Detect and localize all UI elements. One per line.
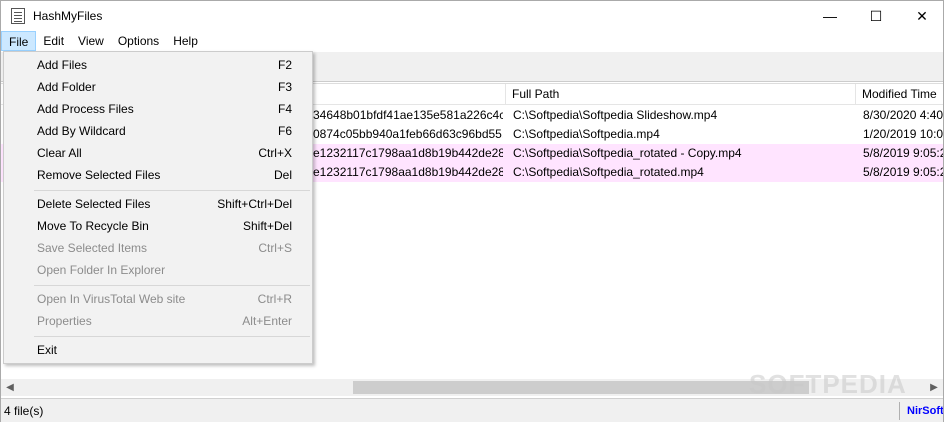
menu-edit[interactable]: Edit — [36, 31, 71, 51]
menu-separator — [34, 190, 310, 191]
menu-options[interactable]: Options — [111, 31, 166, 51]
menu-item-label: Clear All — [37, 146, 82, 160]
hash-cell: 34648b01bfdf41ae135e581a226c4c... — [313, 108, 503, 122]
scrollbar-thumb[interactable] — [353, 381, 809, 394]
hash-cell: e1232117c1798aa1d8b19b442de28... — [313, 165, 503, 179]
menu-item-shortcut: Del — [273, 168, 292, 182]
menu-item-label: Move To Recycle Bin — [37, 219, 149, 233]
menu-item-label: Add Process Files — [37, 102, 134, 116]
menu-item-shortcut: F6 — [277, 124, 292, 138]
path-cell: C:\Softpedia\Softpedia_rotated.mp4 — [513, 165, 704, 179]
hash-cell: 0874c05bb940a1feb66d63c96bd55... — [313, 127, 503, 141]
app-window: HashMyFiles — ☐ ✕ File Edit View Options… — [0, 0, 944, 422]
menu-delete-selected-files[interactable]: Delete Selected Files Shift+Ctrl+Del — [4, 193, 312, 215]
menu-item-label: Add Folder — [37, 80, 96, 94]
nirsoft-link[interactable]: NirSoft — [907, 399, 943, 422]
menu-item-shortcut: F4 — [277, 102, 292, 116]
modified-cell: 8/30/2020 4:40: — [863, 108, 943, 122]
menu-file[interactable]: File — [1, 31, 37, 51]
menu-item-label: Exit — [37, 343, 58, 357]
menu-item-label: Save Selected Items — [37, 241, 148, 255]
title-bar[interactable]: HashMyFiles — ☐ ✕ — [1, 1, 943, 31]
menu-add-folder[interactable]: Add Folder F3 — [4, 76, 312, 98]
modified-cell: 5/8/2019 9:05:2 — [863, 165, 943, 179]
menu-item-shortcut: Ctrl+S — [258, 241, 292, 255]
scroll-right-arrow-icon[interactable]: ▶ — [927, 379, 941, 396]
status-bar: 4 file(s) NirSoft — [1, 398, 943, 422]
softpedia-watermark: SOFTPEDIA — [749, 369, 907, 399]
menu-add-process-files[interactable]: Add Process Files F4 — [4, 98, 312, 120]
hash-cell: e1232117c1798aa1d8b19b442de28... — [313, 146, 503, 160]
menu-item-label: Delete Selected Files — [37, 197, 151, 211]
menu-open-folder-in-explorer[interactable]: Open Folder In Explorer — [4, 259, 312, 281]
minimize-button[interactable]: — — [807, 1, 853, 31]
menu-add-files[interactable]: Add Files F2 — [4, 54, 312, 76]
menu-remove-selected-files[interactable]: Remove Selected Files Del — [4, 164, 312, 186]
path-cell: C:\Softpedia\Softpedia_rotated - Copy.mp… — [513, 146, 742, 160]
menu-separator — [34, 336, 310, 337]
menu-item-shortcut: F3 — [277, 80, 292, 94]
file-count: 4 file(s) — [4, 404, 44, 418]
menu-item-label: Open Folder In Explorer — [37, 263, 166, 277]
maximize-button[interactable]: ☐ — [853, 1, 899, 31]
path-cell: C:\Softpedia\Softpedia.mp4 — [513, 127, 660, 141]
menu-item-shortcut: Ctrl+R — [257, 292, 292, 306]
scroll-left-arrow-icon[interactable]: ◀ — [3, 379, 17, 396]
menu-view[interactable]: View — [71, 31, 111, 51]
menu-separator — [34, 285, 310, 286]
menu-item-label: Remove Selected Files — [37, 168, 161, 182]
column-header-full-path[interactable]: Full Path — [506, 84, 856, 105]
menu-item-label: Add By Wildcard — [37, 124, 126, 138]
menu-properties[interactable]: Properties Alt+Enter — [4, 310, 312, 332]
menu-bar: File Edit View Options Help — [1, 31, 943, 51]
menu-save-selected-items[interactable]: Save Selected Items Ctrl+S — [4, 237, 312, 259]
menu-help[interactable]: Help — [166, 31, 205, 51]
menu-item-shortcut: F2 — [277, 58, 292, 72]
menu-add-by-wildcard[interactable]: Add By Wildcard F6 — [4, 120, 312, 142]
menu-move-to-recycle-bin[interactable]: Move To Recycle Bin Shift+Del — [4, 215, 312, 237]
window-title: HashMyFiles — [33, 9, 103, 23]
menu-open-in-virustotal[interactable]: Open In VirusTotal Web site Ctrl+R — [4, 288, 312, 310]
file-dropdown-menu: Add Files F2 Add Folder F3 Add Process F… — [3, 51, 313, 364]
menu-item-label: Add Files — [37, 58, 88, 72]
menu-item-label: Open In VirusTotal Web site — [37, 292, 186, 306]
column-header-modified-time[interactable]: Modified Time — [856, 84, 944, 105]
modified-cell: 1/20/2019 10:05 — [863, 127, 943, 141]
status-divider — [899, 402, 900, 420]
modified-cell: 5/8/2019 9:05:2 — [863, 146, 943, 160]
menu-exit[interactable]: Exit — [4, 339, 312, 361]
app-icon — [11, 8, 25, 24]
menu-clear-all[interactable]: Clear All Ctrl+X — [4, 142, 312, 164]
menu-item-shortcut: Alt+Enter — [242, 314, 292, 328]
menu-item-shortcut: Ctrl+X — [258, 146, 292, 160]
menu-item-label: Properties — [37, 314, 92, 328]
path-cell: C:\Softpedia\Softpedia Slideshow.mp4 — [513, 108, 718, 122]
menu-item-shortcut: Shift+Ctrl+Del — [217, 197, 292, 211]
menu-item-shortcut: Shift+Del — [242, 219, 292, 233]
close-button[interactable]: ✕ — [899, 1, 944, 31]
